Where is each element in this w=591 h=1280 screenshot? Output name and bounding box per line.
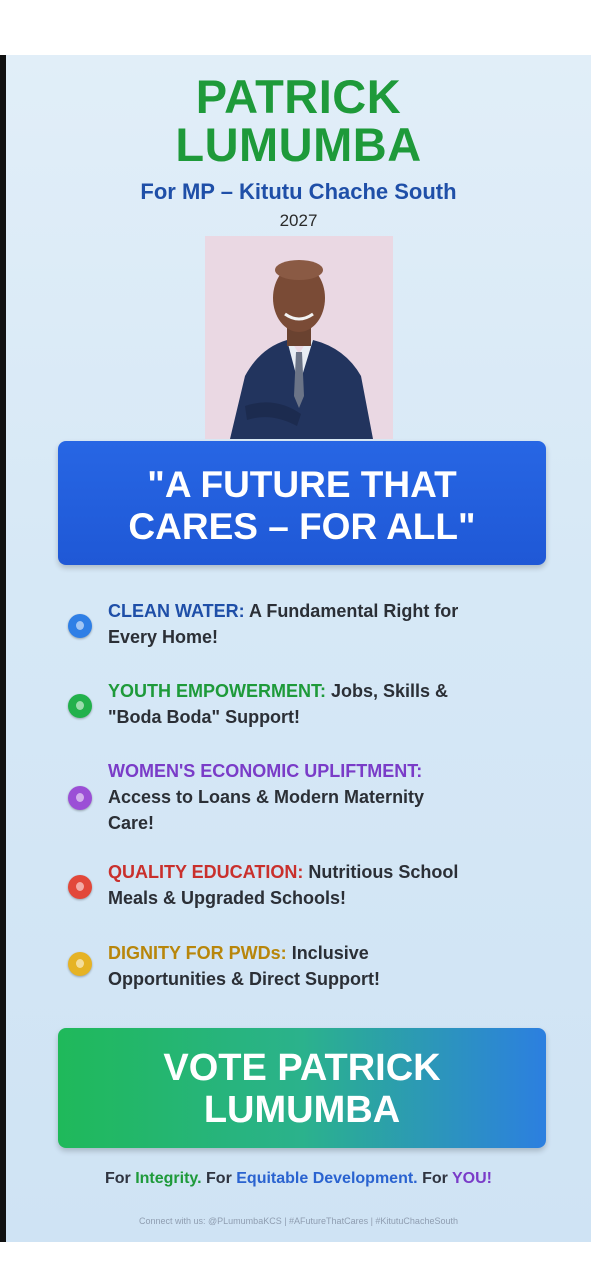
flame-icon	[68, 875, 92, 899]
agenda-point-desc-line2: Access to Loans & Modern Maternity	[108, 787, 425, 807]
tagline: For Integrity. For Equitable Development…	[6, 1170, 591, 1188]
agenda-point-label: CLEAN WATER:	[108, 601, 245, 621]
agenda-point-text: CLEAN WATER: A Fundamental Right for Eve…	[108, 598, 528, 650]
constituency-subtitle: For MP – Kitutu Chache South	[140, 179, 457, 204]
vote-line2: LUMUMBA	[203, 1089, 401, 1131]
agenda-point-label: WOMEN'S ECONOMIC UPLIFTMENT:	[108, 761, 423, 781]
agenda-point-text: WOMEN'S ECONOMIC UPLIFTMENT: Access to L…	[108, 758, 528, 836]
agenda-point-desc-line2: Every Home!	[108, 627, 219, 647]
tagline-part2: For	[201, 1170, 237, 1187]
candidate-photo	[205, 236, 393, 439]
agenda-point-desc: Inclusive	[286, 943, 369, 963]
agenda-point-desc-line2: "Boda Boda" Support!	[108, 707, 301, 727]
candidate-portrait-illustration	[230, 260, 373, 439]
slogan-line1: "A FUTURE THAT	[147, 464, 457, 505]
agenda-point-text: DIGNITY FOR PWDs: Inclusive Opportunitie…	[108, 940, 528, 992]
tagline-part3: For	[417, 1170, 452, 1187]
agenda-point-desc-line2: Opportunities & Direct Support!	[108, 969, 380, 989]
leaf-icon	[68, 694, 92, 718]
vote-line1: VOTE PATRICK	[163, 1047, 441, 1089]
candidate-name-line1: PATRICK	[195, 70, 402, 123]
social-footer: Connect with us: @PLumumbaKCS | #AFuture…	[139, 1216, 458, 1226]
tagline-development: Equitable Development.	[236, 1170, 418, 1187]
agenda-point-label: DIGNITY FOR PWDs:	[108, 943, 287, 963]
tagline-you: YOU!	[452, 1170, 492, 1187]
women-icon	[68, 786, 92, 810]
tagline-part1: For	[104, 1170, 136, 1187]
agenda-point-desc-line2: Meals & Upgraded Schools!	[108, 888, 347, 908]
campaign-poster: PATRICK LUMUMBA For MP – Kitutu Chache S…	[6, 55, 591, 1242]
tagline-integrity: Integrity.	[135, 1170, 202, 1187]
agenda-point-text: YOUTH EMPOWERMENT: Jobs, Skills & "Boda …	[108, 678, 528, 730]
agenda-point-desc-line3: Care!	[108, 813, 155, 833]
accessibility-icon	[68, 952, 92, 976]
election-year: 2027	[279, 211, 318, 230]
slogan-line2: CARES – FOR ALL"	[128, 506, 476, 547]
water-drop-icon	[68, 614, 92, 638]
agenda-point-desc: A Fundamental Right for	[244, 601, 459, 621]
agenda-point-desc: Jobs, Skills &	[326, 681, 449, 701]
agenda-point-text: QUALITY EDUCATION: Nutritious School Mea…	[108, 859, 528, 911]
slogan-banner: "A FUTURE THAT CARES – FOR ALL"	[58, 441, 546, 565]
agenda-point-desc: Nutritious School	[303, 862, 459, 882]
agenda-point-label: QUALITY EDUCATION:	[108, 862, 304, 882]
agenda-point-label: YOUTH EMPOWERMENT:	[108, 681, 326, 701]
candidate-name-line2: LUMUMBA	[175, 118, 422, 171]
vote-banner: VOTE PATRICK LUMUMBA	[58, 1028, 546, 1148]
